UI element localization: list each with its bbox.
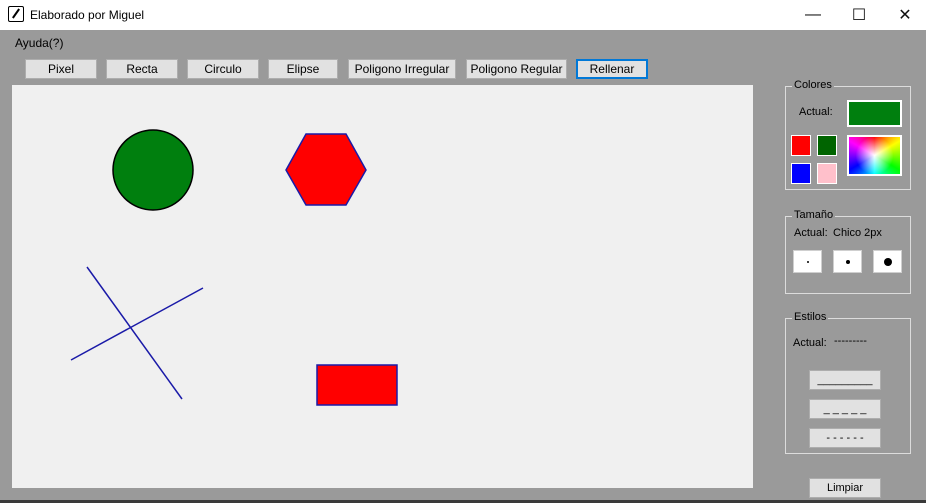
line-shape-2 [70,287,204,361]
recta-button[interactable]: Recta [106,59,178,79]
medium-dot-icon [845,259,850,264]
title-bar: Elaborado por Miguel — ☐ ✕ [0,0,926,30]
filled-circle-shape [112,129,194,211]
swatch-red[interactable] [791,135,811,156]
line-shape-1 [86,266,183,400]
filled-hexagon-shape [285,133,367,206]
colores-title: Colores [792,79,834,91]
limpiar-button[interactable]: Limpiar [809,478,881,498]
color-wheel-center [849,137,900,174]
color-actual-label: Actual: [799,106,833,118]
app-pencil-icon [8,6,24,22]
close-button[interactable]: ✕ [882,0,926,30]
current-color-box [847,100,902,127]
poligono-irregular-button[interactable]: Poligono Irregular [348,59,456,79]
maximize-button[interactable]: ☐ [836,0,882,30]
large-dot-icon [883,257,892,266]
close-icon: ✕ [898,7,912,24]
canvas-drawing [70,129,398,406]
poligono-regular-button[interactable]: Poligono Regular [466,59,567,79]
color-picker-wheel-icon[interactable] [847,135,902,176]
elipse-button[interactable]: Elipse [268,59,338,79]
swatch-green[interactable] [817,135,837,156]
size-actual-value: Chico 2px [833,227,882,239]
size-large-button[interactable] [873,250,902,273]
tamano-title: Tamaño [792,209,836,221]
maximize-icon: ☐ [851,7,867,24]
rellenar-button[interactable]: Rellenar [576,59,648,79]
style-actual-label: Actual: [793,337,827,349]
pixel-button[interactable]: Pixel [25,59,97,79]
swatch-blue[interactable] [791,163,811,184]
circulo-button[interactable]: Circulo [187,59,259,79]
minimize-icon: — [805,6,821,23]
style-dashed-button[interactable]: _ _ _ _ _ [809,399,881,419]
window-title: Elaborado por Miguel [30,8,145,22]
swatch-pink[interactable] [817,163,837,184]
menu-ayuda[interactable]: Ayuda(?) [15,36,63,50]
filled-rectangle-shape [316,364,398,406]
minimize-button[interactable]: — [790,0,836,30]
size-medium-button[interactable] [833,250,862,273]
small-dot-icon [806,260,809,263]
style-dotted-button[interactable]: - - - - - - [809,428,881,448]
size-small-button[interactable] [793,250,822,273]
style-actual-value: --------- [834,335,867,347]
size-actual-label: Actual: [794,227,828,239]
estilos-title: Estilos [792,311,829,323]
style-solid-button[interactable]: _________ [809,370,881,390]
drawing-canvas[interactable] [12,85,753,488]
